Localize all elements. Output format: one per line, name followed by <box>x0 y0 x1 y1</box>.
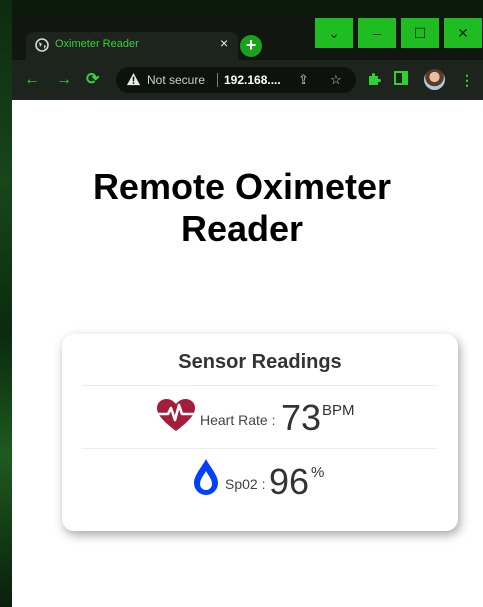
spo2-value: 96 <box>269 461 310 502</box>
share-icon[interactable]: ⇪ <box>298 72 309 88</box>
maximize-button[interactable]: ☐ <box>401 18 439 48</box>
heart-rate-label: Heart Rate : <box>200 412 276 428</box>
puzzle-icon[interactable] <box>366 71 382 87</box>
sidepanel-icon[interactable] <box>394 71 408 85</box>
card-title: Sensor Readings <box>178 351 342 373</box>
tab-search-button[interactable]: ⌄ <box>315 18 353 48</box>
tab-oximeter-reader[interactable]: Oximeter Reader × <box>26 32 238 60</box>
page-title: Remote Oximeter Reader <box>92 166 392 249</box>
browser-window: Oximeter Reader × + ⌄ – ☐ ✕ ← → ⟳ Not se… <box>12 14 483 607</box>
divider <box>82 448 437 449</box>
url-text[interactable]: 192.168.... <box>224 73 281 87</box>
page-content: Remote Oximeter Reader Sensor Readings H… <box>12 100 483 607</box>
close-window-button[interactable]: ✕ <box>444 18 482 48</box>
back-button[interactable]: ← <box>24 70 40 90</box>
omnibox-separator <box>217 73 218 87</box>
globe-icon <box>35 38 49 52</box>
spo2-reading: Sp02 : 96 % <box>62 454 458 502</box>
reload-button[interactable]: ⟳ <box>86 70 99 90</box>
spo2-unit: % <box>311 464 325 481</box>
desktop-background-top <box>0 0 483 14</box>
profile-avatar[interactable] <box>424 69 445 90</box>
menu-icon[interactable]: ⋮ <box>460 71 474 89</box>
heart-rate-reading: Heart Rate : 73 BPM <box>62 390 458 438</box>
spo2-label: Sp02 : <box>225 476 266 492</box>
minimize-button[interactable]: – <box>358 18 396 48</box>
heart-rate-unit: BPM <box>322 402 355 419</box>
bookmark-star-icon[interactable]: ☆ <box>330 72 342 88</box>
desktop-background-strip <box>0 0 12 607</box>
heartbeat-icon <box>157 399 195 431</box>
address-bar[interactable]: Not secure 192.168.... ⇪ ☆ <box>116 67 356 93</box>
divider <box>82 385 437 386</box>
browser-toolbar: ← → ⟳ Not secure 192.168.... ⇪ ☆ ⋮ <box>12 60 483 100</box>
sensor-readings-card: Sensor Readings Heart Rate : 73 BPM Sp02… <box>62 334 458 531</box>
new-tab-button[interactable]: + <box>240 35 262 57</box>
tab-close-icon[interactable]: × <box>220 35 228 51</box>
tab-title: Oximeter Reader <box>55 38 139 50</box>
water-drop-icon <box>194 459 218 495</box>
security-status[interactable]: Not secure <box>147 73 205 87</box>
heart-rate-value: 73 <box>281 397 322 438</box>
warning-icon <box>126 72 141 86</box>
forward-button[interactable]: → <box>56 70 72 90</box>
title-bar: Oximeter Reader × + ⌄ – ☐ ✕ <box>12 14 483 60</box>
